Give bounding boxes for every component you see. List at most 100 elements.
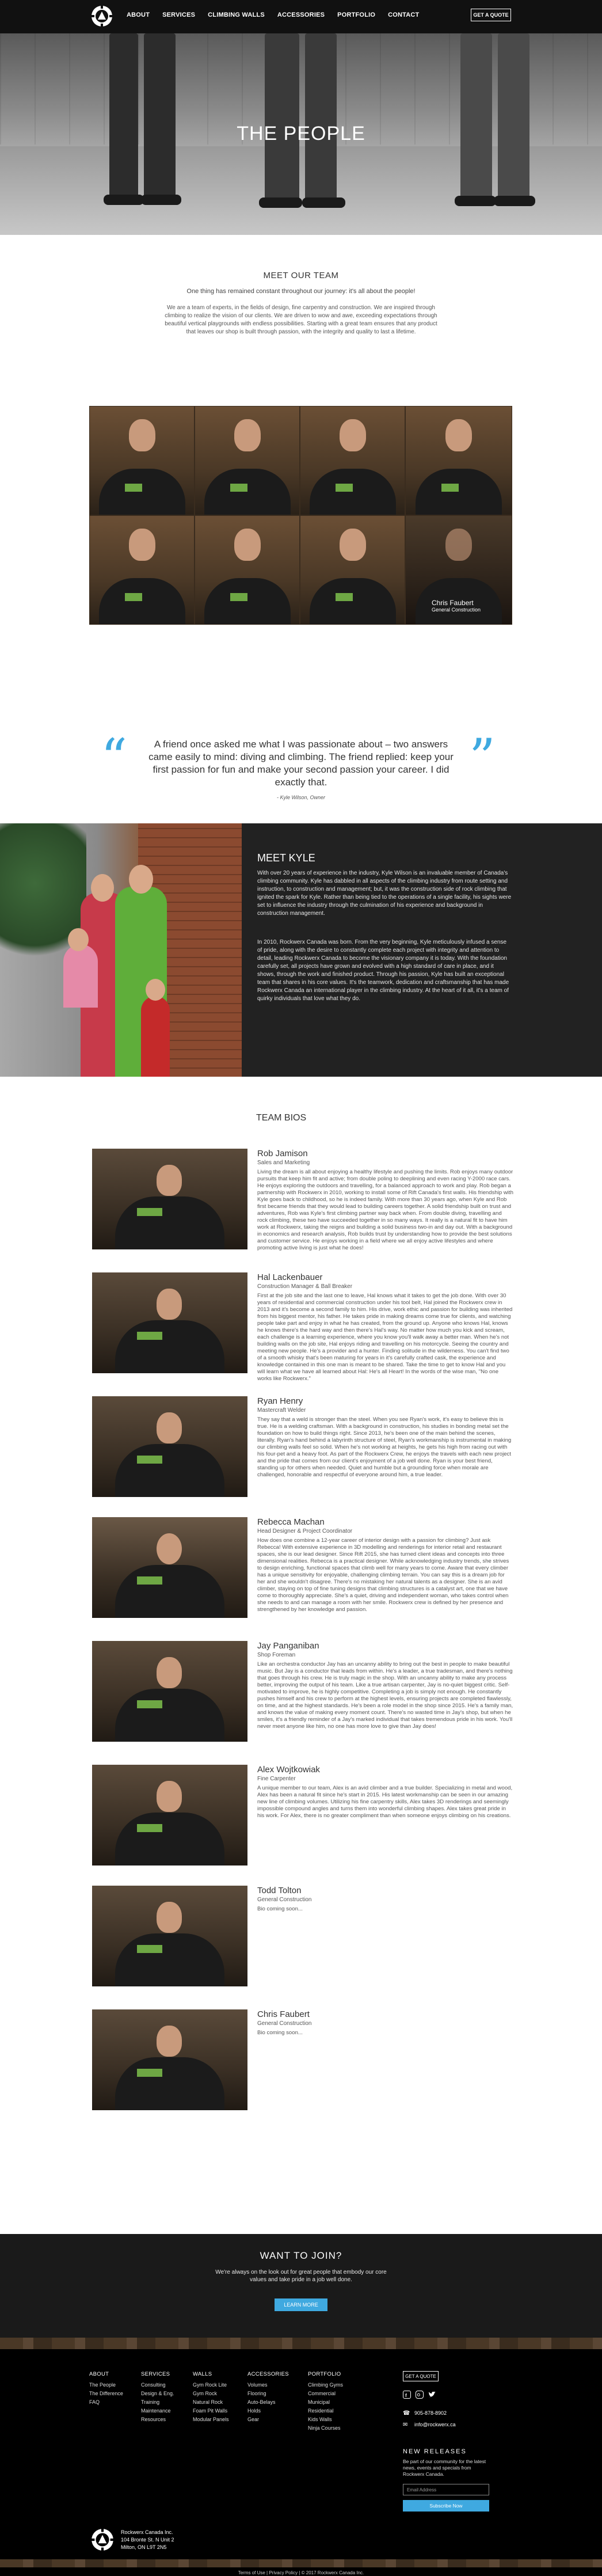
footer-column-portfolio: PORTFOLIO Climbing Gyms Commercial Munic… [308,2371,343,2433]
owner-quote: A friend once asked me what I was passio… [148,739,454,788]
nav-contact[interactable]: CONTACT [388,12,419,18]
bio-role: Sales and Marketing [257,1160,310,1166]
newsletter-text: Be part of our community for the latest … [403,2459,486,2477]
bio-name: Todd Tolton [257,1886,302,1895]
nav-accessories[interactable]: ACCESSORIES [277,12,325,18]
newsletter-heading: NEW RELEASES [403,2448,467,2455]
team-photo-tile[interactable] [195,515,300,625]
newsletter-email-input[interactable]: Email Address [403,2484,489,2495]
footer-address: Rockwerx Canada Inc. 104 Bronte St. N Un… [121,2529,174,2551]
footer-phone[interactable]: 905-878-8902 [414,2410,447,2416]
team-photo-tile[interactable] [300,406,405,515]
nav-services[interactable]: SERVICES [162,12,195,18]
footer-column-heading[interactable]: WALLS [193,2371,229,2377]
footer-legal-links[interactable]: Terms of Use | Privacy Policy | © 2017 R… [0,2570,602,2575]
nav-about[interactable]: ABOUT [127,12,150,18]
hero-title: THE PEOPLE [237,123,365,145]
footer-link[interactable]: Residential [308,2407,343,2415]
footer-link[interactable]: Ninja Courses [308,2424,343,2433]
bio-role: Fine Carpenter [257,1776,296,1782]
footer-link[interactable]: Training [141,2398,174,2407]
bio-name: Ryan Henry [257,1396,303,1406]
footer-link[interactable]: Climbing Gyms [308,2381,343,2389]
footer-column-walls: WALLS Gym Rock Lite Gym Rock Natural Roc… [193,2371,229,2424]
hero-figure [460,33,492,200]
email-icon: ✉ [403,2422,408,2428]
footer-link[interactable]: Municipal [308,2398,343,2407]
footer-link[interactable]: Kids Walls [308,2415,343,2424]
open-quote-icon: “ [101,728,128,788]
footer-column-heading[interactable]: ACCESSORIES [247,2371,289,2377]
bio-photo [92,1396,247,1497]
svg-text:f: f [405,2393,407,2398]
footer-link[interactable]: Gym Rock [193,2389,229,2398]
team-photo-tile[interactable] [89,406,195,515]
footer-link[interactable]: Commercial [308,2389,343,2398]
nav-climbing-walls[interactable]: CLIMBING WALLS [208,12,265,18]
join-heading: WANT TO JOIN? [260,2250,342,2261]
kyle-bio-paragraph: With over 20 years of experience in the … [257,870,512,917]
footer-column-heading[interactable]: PORTFOLIO [308,2371,343,2377]
hero-figure [109,33,138,200]
bio-photo [92,1272,247,1373]
footer-email[interactable]: info@rockwerx.ca [414,2422,456,2427]
hero-shoe [494,196,535,206]
bio-role: Shop Foreman [257,1652,296,1658]
footer-link[interactable]: Foam Pit Walls [193,2407,229,2415]
hero-banner: THE PEOPLE [0,33,602,235]
get-a-quote-button[interactable]: GET A QUOTE [471,9,511,21]
footer-column-heading[interactable]: ABOUT [89,2371,123,2377]
footer-column-heading[interactable]: SERVICES [141,2371,174,2377]
team-photo-tile[interactable] [300,515,405,625]
kyle-bio-paragraph: In 2010, Rockwerx Canada was born. From … [257,939,509,1002]
nav-portfolio[interactable]: PORTFOLIO [337,12,375,18]
subscribe-button[interactable]: Subscribe Now [403,2500,489,2512]
footer-link[interactable]: Volumes [247,2381,289,2389]
footer-link[interactable]: Holds [247,2407,289,2415]
address-line: Milton, ON L9T 2N5 [121,2544,167,2550]
facebook-icon[interactable]: f [403,2391,411,2399]
twitter-icon[interactable] [428,2391,436,2399]
bio-photo [92,1641,247,1742]
meet-team-heading: MEET OUR TEAM [263,271,339,280]
footer-link[interactable]: Natural Rock [193,2398,229,2407]
team-photo-collage [89,406,512,625]
site-footer: ABOUT The People The Difference FAQ SERV… [0,2338,602,2576]
kyle-family-photo [0,823,242,1077]
footer-link[interactable]: Maintenance [141,2407,174,2415]
bio-photo [92,1517,247,1618]
collage-caption-name: Chris Faubert [432,599,474,607]
footer-link[interactable]: Auto-Belays [247,2398,289,2407]
footer-logo[interactable] [89,2526,116,2553]
footer-link[interactable]: The Difference [89,2389,123,2398]
rockwerx-logo[interactable] [89,3,115,29]
team-photo-tile[interactable] [195,406,300,515]
hero-figure [265,33,299,200]
quote-attribution: - Kyle Wilson, Owner [277,795,325,800]
footer-link[interactable]: The People [89,2381,123,2389]
bio-text: Living the dream is all about enjoying a… [257,1169,513,1251]
footer-link[interactable]: Resources [141,2415,174,2424]
team-photo-tile[interactable] [89,515,195,625]
hero-figure [144,33,176,200]
footer-link[interactable]: Design & Eng. [141,2389,174,2398]
footer-link[interactable]: Consulting [141,2381,174,2389]
meet-team-body: We are a team of experts, in the fields … [165,305,437,335]
footer-link[interactable]: Gym Rock Lite [193,2381,229,2389]
collage-caption-role: General Construction [432,607,481,613]
bio-name: Rebecca Machan [257,1517,325,1527]
meet-kyle-heading: MEET KYLE [257,852,315,864]
footer-link[interactable]: Flooring [247,2389,289,2398]
team-photo-tile[interactable] [405,406,512,515]
footer-link[interactable]: Modular Panels [193,2415,229,2424]
bio-text: A unique member to our team, Alex is an … [257,1785,513,1819]
instagram-icon[interactable] [416,2391,424,2399]
footer-link[interactable]: FAQ [89,2398,123,2407]
footer-link[interactable]: Gear [247,2415,289,2424]
meet-team-subtitle: One thing has remained constant througho… [186,288,416,295]
meet-kyle-section: MEET KYLE With over 20 years of experien… [0,823,602,1077]
footer-get-a-quote-button[interactable]: GET A QUOTE [403,2371,439,2381]
bio-name: Alex Wojtkowiak [257,1765,320,1775]
bio-photo [92,1886,247,1986]
learn-more-button[interactable]: LEARN MORE [275,2298,327,2311]
